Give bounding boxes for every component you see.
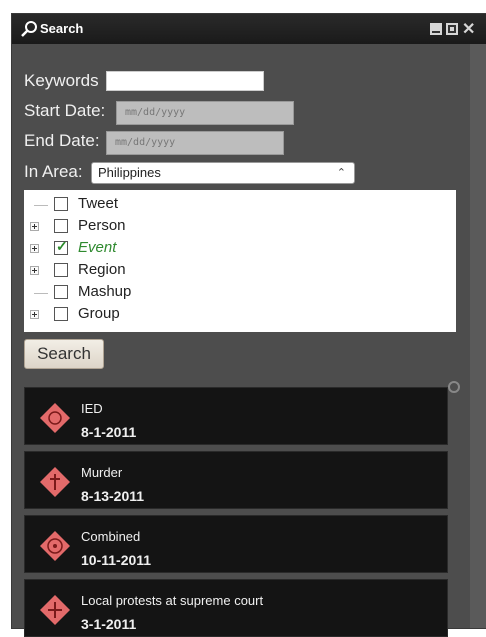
keywords-label: Keywords	[24, 71, 99, 90]
tree-connector	[34, 205, 48, 206]
tree-item-label: Group	[78, 305, 120, 322]
area-select-value: Philippines	[98, 165, 161, 180]
close-button[interactable]: ✕	[462, 19, 486, 39]
event-checkbox[interactable]	[54, 238, 68, 255]
tweet-checkbox[interactable]	[54, 197, 68, 211]
result-item[interactable]: Combined 10-11-2011	[24, 515, 448, 573]
result-date: 3-1-2011	[81, 616, 137, 632]
area-select[interactable]: Philippines ⌃	[91, 162, 355, 184]
search-panel: Keywords Start Date: mm/dd/yyyy End Date…	[12, 44, 470, 637]
tree-item-person[interactable]: Person	[24, 216, 456, 238]
tree-item-label: Event	[78, 239, 117, 256]
expand-icon[interactable]	[30, 310, 39, 319]
result-title: Murder	[81, 465, 123, 480]
region-checkbox[interactable]	[54, 263, 68, 277]
chevron-updown-icon: ⌃	[336, 167, 346, 179]
title-bar[interactable]: Search ✕	[12, 14, 486, 44]
minimize-button[interactable]	[430, 23, 442, 35]
start-date-input[interactable]: mm/dd/yyyy	[116, 101, 294, 125]
result-date: 8-13-2011	[81, 488, 145, 504]
keywords-input[interactable]	[106, 71, 264, 91]
result-item[interactable]: Murder 8-13-2011	[24, 451, 448, 509]
result-title: Combined	[81, 529, 141, 544]
expand-icon[interactable]	[30, 222, 39, 231]
end-date-input[interactable]: mm/dd/yyyy	[106, 131, 284, 155]
maximize-button[interactable]	[446, 23, 458, 35]
tree-item-label: Mashup	[78, 283, 132, 300]
murder-event-icon	[40, 467, 70, 497]
group-checkbox[interactable]	[54, 307, 68, 321]
window-title: Search	[40, 21, 84, 36]
result-date: 8-1-2011	[81, 424, 137, 440]
tree-item-label: Tweet	[78, 195, 119, 212]
search-button[interactable]: Search	[24, 339, 104, 369]
result-item[interactable]: Local protests at supreme court 3-1-2011	[24, 579, 448, 637]
search-window: Search ✕ Keywords Start Date: mm/dd/yyyy…	[12, 14, 486, 637]
tree-item-mashup[interactable]: Mashup	[24, 282, 456, 304]
result-item[interactable]: IED 8-1-2011	[24, 387, 448, 445]
ied-event-icon	[40, 403, 70, 433]
person-checkbox[interactable]	[54, 219, 68, 233]
tree-item-region[interactable]: Region	[24, 260, 456, 282]
result-title: IED	[81, 401, 103, 416]
tree-item-tweet[interactable]: Tweet	[24, 194, 456, 216]
tree-item-event[interactable]: Event	[24, 238, 456, 260]
tree-item-label: Person	[78, 217, 126, 234]
area-label: In Area:	[24, 162, 83, 181]
tree-connector	[34, 293, 48, 294]
result-title: Local protests at supreme court	[81, 593, 264, 608]
start-date-label: Start Date:	[24, 101, 106, 120]
protest-event-icon	[40, 595, 70, 625]
expand-icon[interactable]	[30, 244, 39, 253]
combined-event-icon	[40, 531, 70, 561]
tree-item-group[interactable]: Group	[24, 304, 456, 326]
category-tree: Tweet Person Event Region Mashup	[24, 190, 456, 332]
tree-item-label: Region	[78, 261, 126, 278]
end-date-label: End Date:	[24, 131, 100, 150]
magnifier-icon	[21, 21, 37, 37]
result-date: 10-11-2011	[81, 552, 152, 568]
mashup-checkbox[interactable]	[54, 285, 68, 299]
scrollbar-handle[interactable]	[448, 381, 460, 393]
expand-icon[interactable]	[30, 266, 39, 275]
